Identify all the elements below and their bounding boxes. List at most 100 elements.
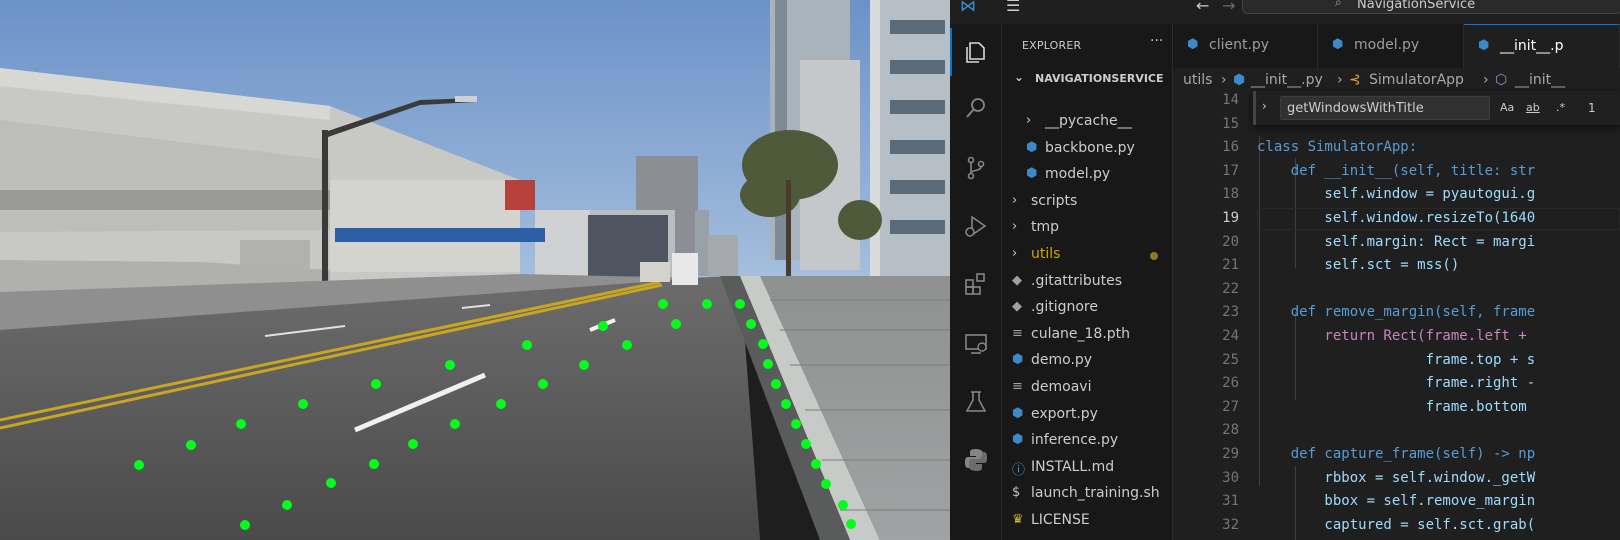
- command-center-text: NavigationService: [1357, 0, 1476, 12]
- tree-item[interactable]: ≡ demoavi: [1002, 375, 1173, 401]
- git-file-icon: ◆: [1012, 272, 1022, 288]
- tree-item[interactable]: ⓘ INSTALL.md: [1002, 455, 1173, 481]
- python-file-icon: ⬢: [1233, 72, 1246, 88]
- find-input[interactable]: [1280, 96, 1490, 120]
- code-editor[interactable]: class SimulatorApp: def __init__(self, t…: [1257, 92, 1620, 540]
- tree-item-label: export.py: [1031, 405, 1098, 422]
- explorer-icon[interactable]: [950, 28, 1002, 76]
- hamburger-menu-icon[interactable]: ☰: [1006, 0, 1020, 15]
- tab-label: client.py: [1209, 37, 1270, 53]
- tree-item[interactable]: ♛ LICENSE: [1002, 508, 1173, 534]
- tab-client-py[interactable]: ⬢ client.py: [1173, 24, 1318, 68]
- lane-2-point: [579, 360, 589, 370]
- lane-3-point: [791, 419, 801, 429]
- lane-1-point: [134, 460, 144, 470]
- run-debug-icon[interactable]: [950, 202, 1002, 250]
- code-line: frame.top + s: [1257, 351, 1536, 368]
- tree-item-label: LICENSE: [1031, 512, 1090, 528]
- command-center-search[interactable]: ⌕ NavigationService: [1242, 0, 1620, 14]
- tree-item[interactable]: › utils: [1002, 242, 1173, 268]
- arrow-right-icon[interactable]: →: [1222, 0, 1235, 15]
- breadcrumb-item[interactable]: utils: [1183, 72, 1212, 88]
- line-number: 23: [1222, 304, 1239, 321]
- tab-model-py[interactable]: ⬢ model.py: [1318, 24, 1464, 68]
- find-result-count: 1: [1588, 101, 1596, 115]
- testing-icon[interactable]: [950, 378, 1002, 426]
- search-icon: ⌕: [1335, 0, 1342, 9]
- python-file-icon: ⬢: [1026, 139, 1038, 155]
- code-line: captured = self.sct.grab(: [1257, 516, 1536, 533]
- chevron-right-icon: ›: [1012, 192, 1018, 208]
- python-file-icon: ⬢: [1026, 166, 1038, 182]
- remote-explorer-icon[interactable]: [950, 320, 1002, 368]
- root-folder-header[interactable]: ⌄ NAVIGATIONSERVICE: [1002, 68, 1173, 90]
- match-case-toggle[interactable]: Aa: [1500, 101, 1514, 114]
- code-line: self.window = pyautogui.g: [1257, 186, 1536, 203]
- lane-3-point: [758, 339, 768, 349]
- tree-item[interactable]: › scripts: [1002, 189, 1173, 215]
- breadcrumb-item[interactable]: __init__.py: [1251, 72, 1323, 88]
- tree-item[interactable]: ◆ .gitattributes: [1002, 269, 1173, 295]
- lane-3-point: [781, 399, 791, 409]
- modified-indicator: [1150, 252, 1158, 260]
- lane-1-point: [186, 440, 196, 450]
- tree-item-label: .gitignore: [1031, 299, 1098, 316]
- line-number: 24: [1222, 328, 1239, 344]
- explorer-sidebar: EXPLORER ··· ⌄ NAVIGATIONSERVICE › __pyca…: [1002, 24, 1173, 540]
- activity-bar: [950, 24, 1002, 540]
- regex-toggle[interactable]: .*: [1556, 101, 1565, 114]
- tree-item[interactable]: › __pycache__: [1002, 109, 1173, 135]
- tree-item[interactable]: ⬢ model.py: [1002, 162, 1173, 188]
- title-bar: ⋈ ☰ ← → ⌕ NavigationService: [950, 0, 1620, 16]
- lane-2-point: [702, 299, 712, 309]
- search-icon[interactable]: [950, 84, 1002, 132]
- arrow-left-icon[interactable]: ←: [1196, 0, 1209, 15]
- lane-3-point: [763, 359, 773, 369]
- line-number: 30: [1222, 469, 1239, 486]
- whole-word-toggle[interactable]: ab: [1526, 101, 1540, 114]
- python-file-icon: ⬢: [1012, 432, 1024, 448]
- lane-2-point: [369, 459, 379, 469]
- tree-item[interactable]: ≡ culane_18.pth: [1002, 322, 1173, 348]
- find-widget: › Aa ab .* 1: [1253, 91, 1620, 125]
- tree-item[interactable]: $ launch_training.sh: [1002, 481, 1173, 507]
- explorer-title: EXPLORER: [1022, 39, 1082, 52]
- chevron-right-icon: ›: [1012, 219, 1018, 235]
- python-file-icon: ⬢: [1478, 38, 1490, 53]
- line-number: 17: [1222, 162, 1239, 179]
- breadcrumb-item[interactable]: SimulatorApp: [1369, 72, 1464, 88]
- python-icon[interactable]: [950, 436, 1002, 484]
- editor-tabs: ⬢ client.py ⬢ model.py ⬢ __init__.p: [1173, 24, 1620, 68]
- method-icon: ⬡: [1495, 72, 1508, 88]
- lane-2-point: [538, 379, 548, 389]
- class-icon: ⊰: [1349, 72, 1361, 88]
- source-control-icon[interactable]: [950, 144, 1002, 192]
- tree-item[interactable]: ⬢ export.py: [1002, 402, 1173, 428]
- tree-item-label: backbone.py: [1045, 139, 1135, 156]
- tree-item[interactable]: ⬢ inference.py: [1002, 428, 1173, 454]
- chevron-down-icon: ⌄: [1014, 70, 1025, 84]
- line-number: 25: [1222, 351, 1239, 368]
- lane-3-point: [801, 439, 811, 449]
- extensions-icon[interactable]: [950, 260, 1002, 308]
- tree-item[interactable]: ◆ .gitignore: [1002, 295, 1173, 321]
- line-number: 26: [1222, 375, 1239, 392]
- tree-item[interactable]: ⬢ backbone.py: [1002, 136, 1173, 162]
- tree-item-label: launch_training.sh: [1031, 485, 1160, 502]
- more-actions-icon[interactable]: ···: [1150, 33, 1163, 49]
- tab-init-py[interactable]: ⬢ __init__.p: [1464, 24, 1620, 68]
- lane-3-point: [771, 379, 781, 389]
- chevron-right-icon[interactable]: ›: [1262, 99, 1267, 113]
- breadcrumb-item[interactable]: __init__: [1515, 72, 1565, 88]
- python-file-icon: ⬢: [1187, 37, 1199, 52]
- tree-item[interactable]: › tmp: [1002, 215, 1173, 241]
- lane-3-point: [735, 299, 745, 309]
- chevron-right-icon: ›: [1026, 113, 1032, 128]
- code-line: self.margin: Rect = margi: [1257, 233, 1536, 250]
- tree-item-label: tmp: [1031, 219, 1060, 236]
- lane-2-point: [240, 520, 250, 530]
- lane-2-point: [622, 340, 632, 350]
- line-number: 15: [1222, 115, 1239, 132]
- tree-item-label: model.py: [1045, 166, 1111, 183]
- tree-item[interactable]: ⬢ demo.py: [1002, 348, 1173, 374]
